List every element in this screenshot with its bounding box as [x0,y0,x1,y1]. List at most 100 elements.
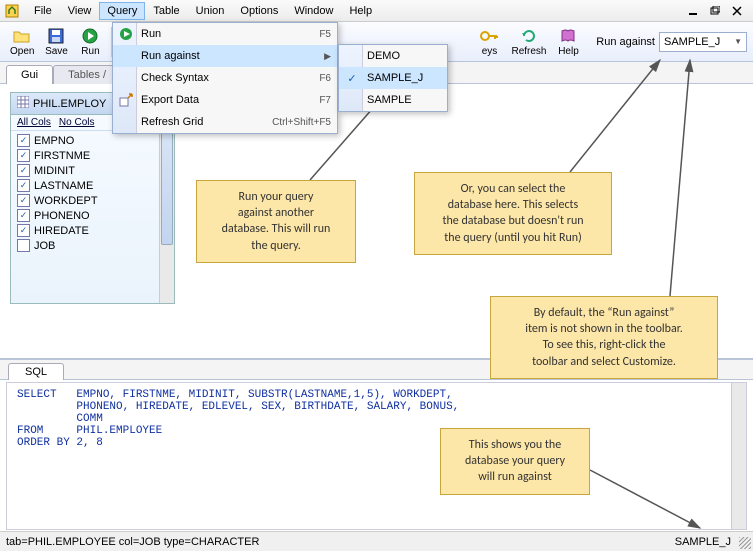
tab-gui[interactable]: Gui [6,65,53,84]
column-row[interactable]: ✓HIREDATE [15,223,170,238]
key-icon [480,27,498,45]
checkbox-icon[interactable]: ✓ [17,194,30,207]
column-row[interactable]: ✓ PHONENO [15,208,170,223]
submenu-item-sample-j[interactable]: ✓ SAMPLE_J [339,67,447,89]
refresh-button[interactable]: Refresh [507,24,550,60]
menu-view[interactable]: View [60,2,100,20]
open-label: Open [10,46,34,57]
column-row[interactable]: ✓ EMPNO [15,133,170,148]
column-name: EMPNO [34,135,74,147]
query-dropdown: Run F5 Run against ▶ Check Syntax F6 Exp… [112,22,338,134]
menu-item-label: Refresh Grid [141,116,203,128]
checkbox-icon[interactable]: ✓ [17,209,30,222]
play-icon [117,25,135,43]
menu-item-check-syntax[interactable]: Check Syntax F6 [113,67,337,89]
menu-file[interactable]: File [26,2,60,20]
folder-open-icon [13,27,31,45]
play-icon [81,27,99,45]
sql-text: SELECT EMPNO, FIRSTNME, MIDINIT, SUBSTR(… [17,389,459,449]
run-label: Run [81,46,99,57]
checkbox-icon[interactable]: ✓ [17,149,30,162]
menu-item-shortcut: F7 [319,95,331,106]
sql-editor[interactable]: SELECT EMPNO, FIRSTNME, MIDINIT, SUBSTR(… [6,382,747,530]
run-against-submenu: DEMO ✓ SAMPLE_J SAMPLE [338,44,448,112]
table-icon [17,96,29,111]
column-name: PHONENO [34,210,90,222]
run-against-combo[interactable]: SAMPLE_J ▼ [659,32,747,52]
run-against-value: SAMPLE_J [664,36,720,48]
floppy-icon [47,27,65,45]
close-icon[interactable] [729,3,745,19]
menu-item-run-against[interactable]: Run against ▶ [113,45,337,67]
open-button[interactable]: Open [6,24,38,60]
submenu-label: SAMPLE_J [367,72,423,84]
column-name: WORKDEPT [34,195,98,207]
refresh-icon [520,27,538,45]
menu-item-shortcut: F6 [319,73,331,84]
column-row[interactable]: ✓ JOB [15,238,170,253]
chevron-down-icon: ▼ [734,37,742,46]
menubar: File View Query Table Union Options Wind… [0,0,753,22]
menu-item-label: Run against [141,50,200,62]
keys-button-partial[interactable]: eys [473,24,505,60]
save-button[interactable]: Save [40,24,72,60]
menu-item-label: Run [141,28,161,40]
column-row[interactable]: ✓ MIDINIT [15,163,170,178]
checkbox-icon[interactable]: ✓ [17,239,30,252]
scrollbar-thumb[interactable] [161,115,173,245]
checkbox-icon[interactable]: ✓ [17,164,30,177]
callout-run-query: Run your query against another database.… [196,180,356,263]
menu-item-export-data[interactable]: Export Data F7 [113,89,337,111]
resize-grip-icon[interactable] [739,537,751,549]
menu-window[interactable]: Window [286,2,341,20]
book-icon [559,27,577,45]
column-name: LASTNAME [34,180,93,192]
menu-union[interactable]: Union [188,2,233,20]
keys-label: eys [482,46,498,57]
menu-options[interactable]: Options [232,2,286,20]
scrollbar[interactable] [159,113,174,303]
columns-list: ✓ EMPNO ✓FIRSTNME ✓ MIDINIT ✓ LASTNAME ✓ WOR… [11,131,174,255]
help-button[interactable]: Help [552,24,584,60]
sql-zone: SQL SELECT EMPNO, FIRSTNME, MIDINIT, SUB… [0,359,753,529]
check-icon: ✓ [343,69,361,87]
restore-icon[interactable] [707,3,723,19]
export-icon [117,91,135,109]
checkbox-icon[interactable]: ✓ [17,179,30,192]
callout-customize: By default, the “Run against” item is no… [490,296,718,379]
app-icon [4,3,20,19]
columns-panel-title: PHIL.EMPLOY [33,98,106,110]
callout-select-db: Or, you can select the database here. Th… [414,172,612,255]
scrollbar[interactable] [731,383,746,529]
menu-help[interactable]: Help [341,2,380,20]
menu-item-run[interactable]: Run F5 [113,23,337,45]
menu-item-refresh-grid[interactable]: Refresh Grid Ctrl+Shift+F5 [113,111,337,133]
column-name: JOB [34,240,55,252]
column-row[interactable]: ✓ LASTNAME [15,178,170,193]
save-label: Save [45,46,68,57]
tab-sql[interactable]: SQL [8,363,64,380]
submenu-item-demo[interactable]: DEMO [339,45,447,67]
column-row[interactable]: ✓FIRSTNME [15,148,170,163]
status-left: tab=PHIL.EMPLOYEE col=JOB type=CHARACTER [6,536,259,548]
submenu-arrow-icon: ▶ [324,51,331,62]
checkbox-icon[interactable]: ✓ [17,224,30,237]
checkbox-icon[interactable]: ✓ [17,134,30,147]
menu-item-shortcut: F5 [319,29,331,40]
status-right: SAMPLE_J [675,536,747,548]
statusbar: tab=PHIL.EMPLOYEE col=JOB type=CHARACTER… [0,531,753,551]
submenu-label: DEMO [367,50,400,62]
menu-item-label: Export Data [141,94,199,106]
column-row[interactable]: ✓ WORKDEPT [15,193,170,208]
all-cols-link[interactable]: All Cols [17,117,51,128]
run-button[interactable]: Run [74,24,106,60]
submenu-item-sample[interactable]: SAMPLE [339,89,447,111]
minimize-icon[interactable] [685,3,701,19]
submenu-label: SAMPLE [367,94,412,106]
menu-table[interactable]: Table [145,2,187,20]
tab-tables[interactable]: Tables / [53,65,121,84]
run-against-toolbar-label: Run against [596,36,655,48]
column-name: MIDINIT [34,165,75,177]
menu-query[interactable]: Query [99,2,145,20]
no-cols-link[interactable]: No Cols [59,117,95,128]
